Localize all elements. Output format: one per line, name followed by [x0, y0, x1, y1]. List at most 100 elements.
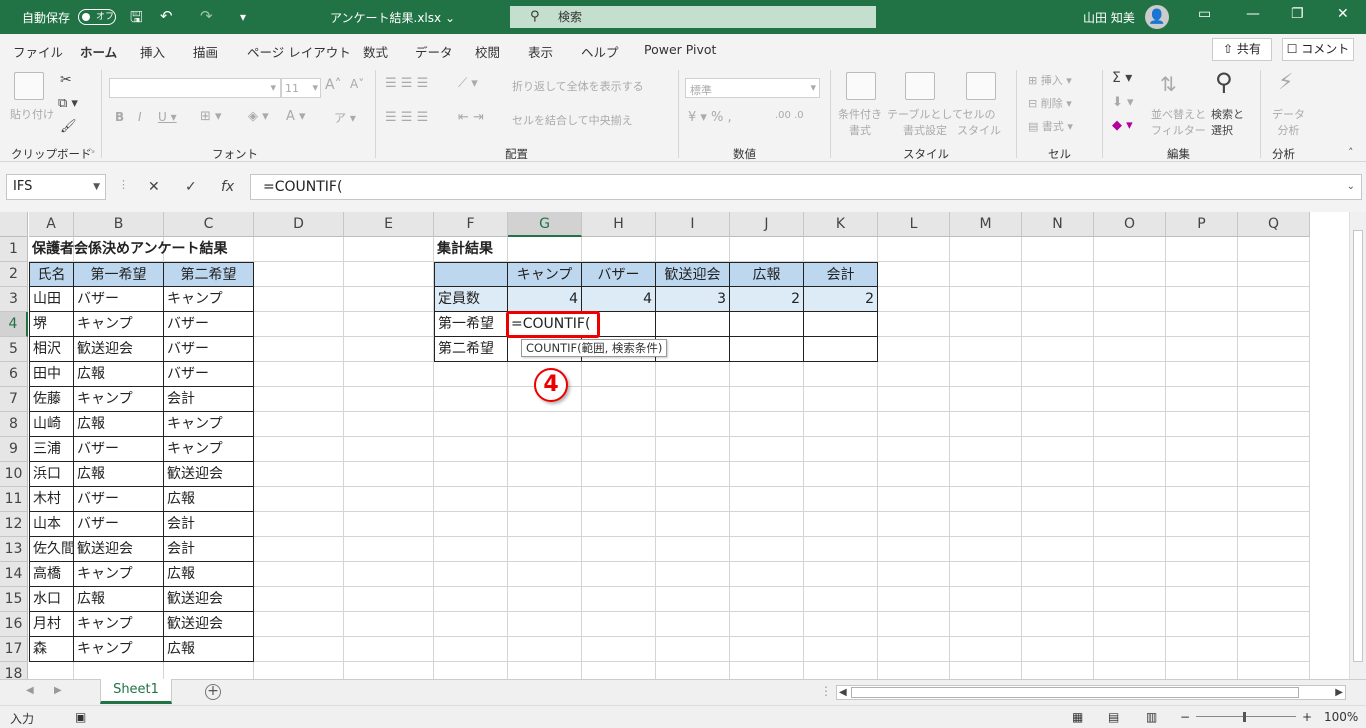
- cell[interactable]: [878, 637, 950, 662]
- cell[interactable]: [1094, 537, 1166, 562]
- clipboard-launcher-icon[interactable]: ↘: [88, 146, 96, 156]
- expand-formula-icon[interactable]: ⌄: [1347, 175, 1355, 199]
- cell[interactable]: [804, 237, 878, 262]
- paste-button[interactable]: 貼り付け: [10, 106, 54, 122]
- cell[interactable]: [344, 312, 434, 337]
- page-break-view-icon[interactable]: ▥: [1146, 710, 1157, 724]
- fill-icon[interactable]: ⬇ ▾: [1112, 95, 1134, 110]
- customize-qat-icon[interactable]: ▾: [240, 10, 246, 24]
- macro-record-icon[interactable]: ▣: [75, 710, 86, 724]
- summary-header-cell[interactable]: バザー: [582, 262, 656, 287]
- column-header-d[interactable]: D: [254, 212, 344, 237]
- tab-help[interactable]: ヘルプ: [581, 42, 619, 61]
- table-cell[interactable]: バザー: [164, 312, 254, 337]
- cell[interactable]: [1022, 612, 1094, 637]
- row-header-1[interactable]: 1: [0, 237, 28, 262]
- cell[interactable]: [950, 387, 1022, 412]
- scroll-left-icon[interactable]: ◀: [839, 687, 847, 698]
- cell[interactable]: [730, 487, 804, 512]
- cell[interactable]: [950, 587, 1022, 612]
- cell[interactable]: [1166, 387, 1238, 412]
- tab-page-layout[interactable]: ページ レイアウト: [247, 42, 351, 61]
- cell[interactable]: [1022, 237, 1094, 262]
- table-format-button[interactable]: テーブルとして 書式設定: [887, 106, 963, 138]
- conditional-format-button[interactable]: 条件付き 書式: [838, 106, 882, 138]
- bold-icon[interactable]: B: [115, 110, 124, 124]
- italic-icon[interactable]: I: [138, 110, 142, 124]
- cell[interactable]: [656, 237, 730, 262]
- cell[interactable]: [1238, 612, 1310, 637]
- table-cell[interactable]: 広報: [74, 412, 164, 437]
- cell[interactable]: [878, 262, 950, 287]
- cell[interactable]: [1238, 512, 1310, 537]
- cell[interactable]: [1022, 662, 1094, 679]
- cell-style-icon[interactable]: [966, 72, 996, 100]
- cell[interactable]: [656, 512, 730, 537]
- summary-cell[interactable]: 3: [656, 287, 730, 312]
- cell[interactable]: [804, 487, 878, 512]
- cell[interactable]: [1238, 487, 1310, 512]
- minimize-icon[interactable]: —: [1246, 6, 1260, 22]
- cell[interactable]: [656, 437, 730, 462]
- cell[interactable]: [254, 512, 344, 537]
- cell[interactable]: [254, 612, 344, 637]
- row-header-15[interactable]: 15: [0, 587, 28, 612]
- cell[interactable]: [1094, 662, 1166, 679]
- shrink-font-icon[interactable]: A˅: [350, 77, 364, 91]
- cell[interactable]: [344, 237, 434, 262]
- cell[interactable]: [344, 287, 434, 312]
- table-cell[interactable]: 田中: [29, 362, 74, 387]
- cell[interactable]: [950, 437, 1022, 462]
- insert-cells-button[interactable]: ⊞ 挿入 ▾: [1028, 72, 1072, 88]
- copy-icon[interactable]: ⧉ ▾: [58, 96, 78, 111]
- row-header-6[interactable]: 6: [0, 362, 28, 387]
- cell[interactable]: [582, 637, 656, 662]
- cell[interactable]: [1166, 287, 1238, 312]
- cell[interactable]: [878, 612, 950, 637]
- cell[interactable]: [254, 637, 344, 662]
- cell[interactable]: [582, 587, 656, 612]
- table-cell[interactable]: 佐藤: [29, 387, 74, 412]
- cell[interactable]: [730, 637, 804, 662]
- zoom-in-icon[interactable]: +: [1302, 710, 1312, 724]
- cell[interactable]: [1238, 662, 1310, 679]
- cell[interactable]: [1094, 287, 1166, 312]
- cell[interactable]: [254, 387, 344, 412]
- cell[interactable]: [804, 662, 878, 679]
- cell[interactable]: [1238, 287, 1310, 312]
- cell[interactable]: [254, 337, 344, 362]
- summary-header-cell[interactable]: 歓送迎会: [656, 262, 730, 287]
- row-header-8[interactable]: 8: [0, 412, 28, 437]
- cell[interactable]: [254, 537, 344, 562]
- cell[interactable]: [254, 362, 344, 387]
- horizontal-scroll-thumb[interactable]: [851, 687, 1299, 698]
- cell[interactable]: [804, 362, 878, 387]
- cell[interactable]: [878, 412, 950, 437]
- cell[interactable]: [434, 662, 508, 679]
- cell[interactable]: [1166, 587, 1238, 612]
- table-cell[interactable]: バザー: [74, 487, 164, 512]
- cell[interactable]: [730, 412, 804, 437]
- cell[interactable]: [1166, 437, 1238, 462]
- enter-icon[interactable]: ✓: [185, 179, 197, 195]
- column-header-m[interactable]: M: [950, 212, 1022, 237]
- table-cell[interactable]: バザー: [164, 337, 254, 362]
- cell[interactable]: [254, 587, 344, 612]
- cell[interactable]: [254, 412, 344, 437]
- cell[interactable]: [344, 262, 434, 287]
- table-header-cell[interactable]: 氏名: [29, 262, 74, 287]
- cell[interactable]: [582, 662, 656, 679]
- table-cell[interactable]: キャンプ: [164, 287, 254, 312]
- cell[interactable]: [804, 462, 878, 487]
- wrap-text-button[interactable]: 折り返して全体を表示する: [512, 78, 644, 94]
- fill-color-icon[interactable]: ◈ ▾: [248, 109, 269, 124]
- table-cell[interactable]: 山田: [29, 287, 74, 312]
- cell[interactable]: [254, 312, 344, 337]
- cell[interactable]: [1166, 562, 1238, 587]
- cell[interactable]: [1022, 487, 1094, 512]
- row-header-9[interactable]: 9: [0, 437, 28, 462]
- cell[interactable]: [656, 487, 730, 512]
- cell[interactable]: [878, 362, 950, 387]
- table-cell[interactable]: 広報: [74, 462, 164, 487]
- cell[interactable]: [804, 512, 878, 537]
